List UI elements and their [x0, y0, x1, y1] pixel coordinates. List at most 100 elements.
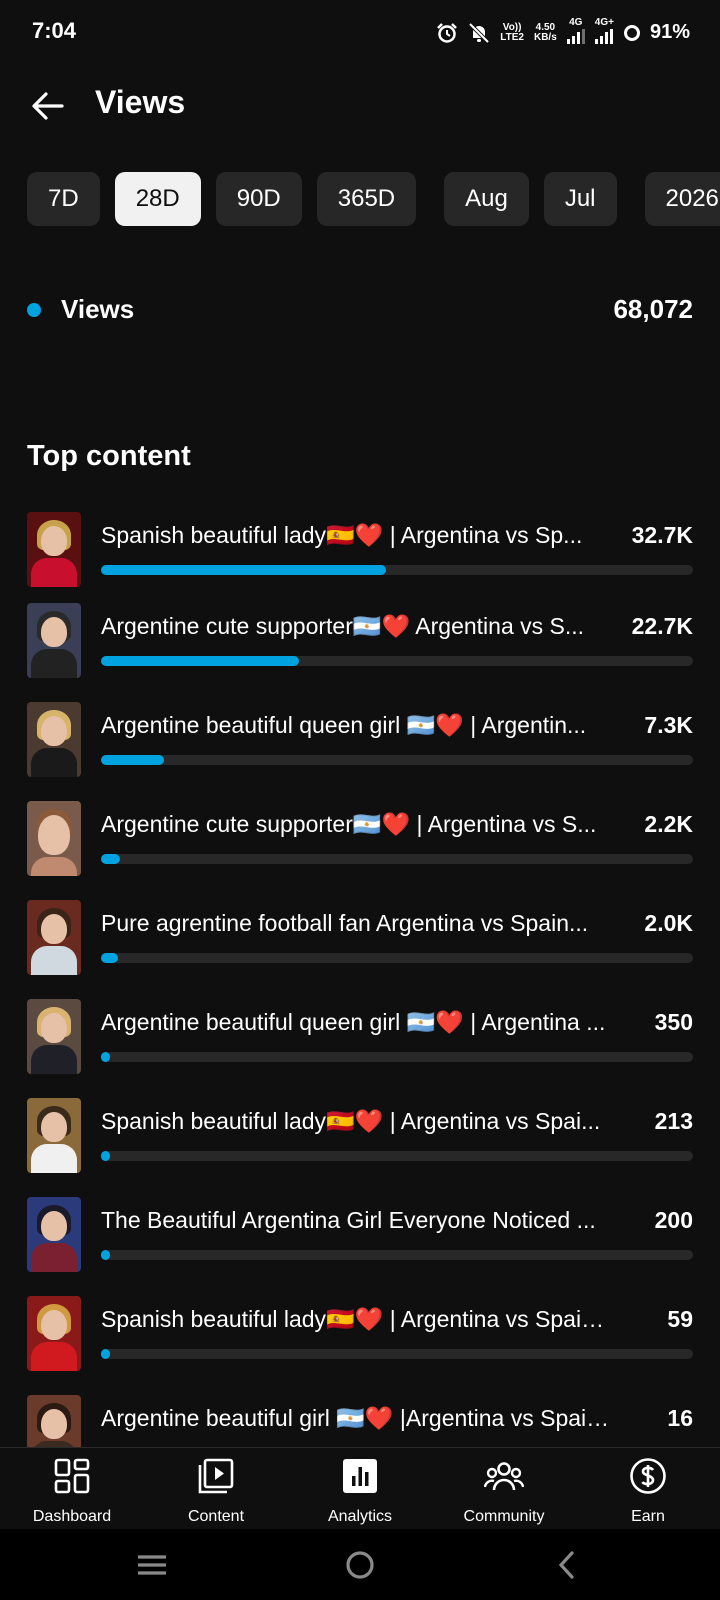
- list-item[interactable]: Spanish beautiful lady🇪🇸❤️ | Argentina v…: [27, 1098, 693, 1173]
- chip-7d[interactable]: 7D: [27, 172, 100, 226]
- nav-earn[interactable]: Earn: [576, 1448, 720, 1530]
- item-title: The Beautiful Argentina Girl Everyone No…: [101, 1207, 596, 1233]
- battery-level: 91%: [649, 21, 690, 43]
- progress-track: [101, 953, 693, 963]
- period-chip-bar[interactable]: 7D 28D 90D 365D Aug Jul 2026: [27, 172, 720, 228]
- home-circle-icon[interactable]: [338, 1543, 382, 1587]
- list-item[interactable]: Argentine beautiful queen girl 🇦🇷❤️ | Ar…: [27, 702, 693, 777]
- analytics-icon: [343, 1459, 377, 1493]
- system-navigation-bar: [0, 1529, 720, 1600]
- progress-fill: [101, 953, 119, 963]
- nav-analytics[interactable]: Analytics: [288, 1448, 432, 1530]
- progress-track: [101, 1151, 693, 1161]
- progress-track: [101, 755, 693, 765]
- item-title: Argentine beautiful queen girl 🇦🇷❤️ | Ar…: [101, 712, 587, 738]
- back-button[interactable]: [26, 84, 70, 128]
- nav-label: Community: [463, 1508, 545, 1525]
- chip-90d[interactable]: 90D: [215, 172, 302, 226]
- battery-ring-icon: [623, 24, 640, 41]
- top-content-list: Spanish beautiful lady🇪🇸❤️ | Argentina v…: [0, 510, 720, 1447]
- legend-dot: [27, 303, 41, 317]
- progress-track: [101, 656, 693, 666]
- item-value: 22.7K: [631, 613, 693, 639]
- list-item[interactable]: Argentine beautiful queen girl 🇦🇷❤️ | Ar…: [27, 999, 693, 1074]
- progress-fill: [101, 1052, 110, 1062]
- section-title: Top content: [27, 440, 191, 472]
- list-item[interactable]: Spanish beautiful lady🇪🇸❤️ | Argentina v…: [27, 512, 693, 587]
- list-item[interactable]: Spanish beautiful lady🇪🇸❤️ | Argentina v…: [27, 1296, 693, 1371]
- progress-fill: [101, 656, 299, 666]
- status-bar: 7:04 Vo)) LTE2 4.50 KB/s 4G 4G+ 91%: [0, 0, 720, 62]
- progress-fill: [101, 1151, 110, 1161]
- recents-menu-icon[interactable]: [130, 1543, 174, 1587]
- list-item[interactable]: Pure agrentine football fan Argentina vs…: [27, 900, 693, 975]
- chip-365d[interactable]: 365D: [316, 172, 417, 226]
- chip-28d[interactable]: 28D: [114, 172, 201, 226]
- progress-track: [101, 1052, 693, 1062]
- dashboard-icon: [54, 1458, 90, 1494]
- item-value: 32.7K: [631, 522, 693, 548]
- video-thumbnail: [27, 1296, 81, 1371]
- nav-label: Dashboard: [32, 1508, 112, 1525]
- video-thumbnail: [27, 603, 81, 678]
- list-item[interactable]: The Beautiful Argentina Girl Everyone No…: [27, 1197, 693, 1272]
- progress-track: [101, 1250, 693, 1260]
- item-value: 350: [654, 1009, 693, 1035]
- bell-muted-icon: [468, 22, 490, 43]
- alarm-icon: [437, 22, 458, 43]
- video-thumbnail: [27, 801, 81, 876]
- video-thumbnail: [27, 900, 81, 975]
- item-title: Spanish beautiful lady🇪🇸❤️ | Argentina v…: [101, 1108, 601, 1134]
- progress-fill: [101, 854, 120, 864]
- item-value: 7.3K: [644, 712, 693, 738]
- progress-fill: [101, 565, 386, 575]
- views-summary: Views 68,072: [27, 290, 693, 330]
- video-thumbnail: [27, 512, 81, 587]
- item-title: Argentine beautiful girl 🇦🇷❤️ |Argentina…: [101, 1405, 611, 1431]
- signal-bars-icon: [566, 28, 585, 44]
- item-value: 213: [654, 1108, 693, 1134]
- list-item[interactable]: Argentine cute supporter🇦🇷❤️ Argentina v…: [27, 603, 693, 678]
- network-speed: 4.50 KB/s: [533, 21, 557, 43]
- item-title: Spanish beautiful lady🇪🇸❤️ | Argentina v…: [101, 522, 583, 548]
- nav-community[interactable]: Community: [432, 1448, 576, 1530]
- item-title: Spanish beautiful lady🇪🇸❤️ | Argentina v…: [101, 1306, 611, 1332]
- arrow-left-icon: [32, 92, 64, 120]
- nav-label: Content: [187, 1508, 245, 1525]
- video-thumbnail: [27, 1395, 81, 1447]
- back-chevron-icon[interactable]: [546, 1543, 590, 1587]
- chip-jul[interactable]: Jul: [543, 172, 617, 226]
- bottom-navigation: Dashboard Content Analytics Community Ea…: [0, 1447, 720, 1530]
- progress-fill: [101, 1250, 110, 1260]
- item-value: 2.2K: [644, 811, 693, 837]
- progress-fill: [101, 1349, 110, 1359]
- item-title: Pure agrentine football fan Argentina vs…: [101, 910, 589, 936]
- page-title: Views: [95, 84, 186, 120]
- signal-2: 4G+: [595, 18, 614, 47]
- progress-track: [101, 565, 693, 575]
- earn-icon: [630, 1458, 666, 1494]
- list-item[interactable]: Argentine cute supporter🇦🇷❤️ | Argentina…: [27, 801, 693, 876]
- video-thumbnail: [27, 702, 81, 777]
- item-title: Argentine beautiful queen girl 🇦🇷❤️ | Ar…: [101, 1009, 606, 1035]
- item-value: 2.0K: [644, 910, 693, 936]
- video-thumbnail: [27, 999, 81, 1074]
- volte-indicator: Vo)) LTE2: [500, 21, 524, 43]
- item-value: 200: [654, 1207, 693, 1233]
- item-title: Argentine cute supporter🇦🇷❤️ Argentina v…: [101, 613, 585, 639]
- video-thumbnail: [27, 1098, 81, 1173]
- progress-track: [101, 854, 693, 864]
- video-thumbnail: [27, 1197, 81, 1272]
- chip-aug[interactable]: Aug: [444, 172, 529, 226]
- community-icon: [484, 1462, 524, 1491]
- status-time: 7:04: [32, 18, 77, 43]
- app-header: Views: [0, 70, 720, 140]
- signal-1: 4G: [566, 18, 585, 47]
- item-title: Argentine cute supporter🇦🇷❤️ | Argentina…: [101, 811, 597, 837]
- nav-content[interactable]: Content: [144, 1448, 288, 1530]
- list-item[interactable]: Argentine beautiful girl 🇦🇷❤️ |Argentina…: [27, 1395, 693, 1447]
- summary-value: 68,072: [613, 294, 693, 324]
- chip-2026[interactable]: 2026: [644, 172, 720, 226]
- progress-track: [101, 1349, 693, 1359]
- nav-dashboard[interactable]: Dashboard: [0, 1448, 144, 1530]
